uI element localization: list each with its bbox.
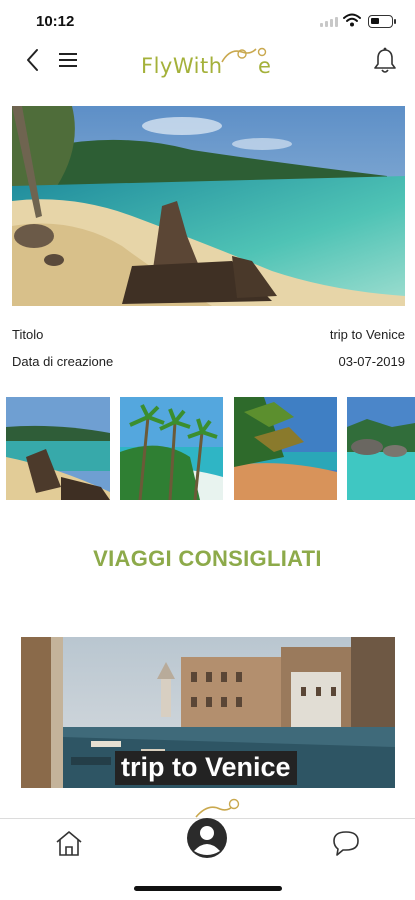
flywithme-logo: FlyWith e: [140, 44, 290, 80]
trip-hero-image[interactable]: [12, 106, 405, 306]
recommended-trip-card[interactable]: trip to Venice: [21, 637, 395, 788]
home-icon[interactable]: [54, 829, 84, 857]
logo-text-tail: e: [258, 54, 271, 78]
trip-photo-thumbnail[interactable]: [120, 397, 223, 500]
rocky-lagoon-graphic: [347, 397, 415, 500]
home-indicator: [134, 886, 282, 891]
profile-icon[interactable]: [186, 817, 228, 859]
tab-bar-swirl-decoration: [195, 798, 240, 818]
cellular-signal-icon: [320, 17, 338, 27]
trip-title-row: Titolo trip to Venice: [12, 327, 405, 347]
trip-title-value: trip to Venice: [329, 327, 405, 342]
trip-title-label: Titolo: [12, 327, 44, 342]
status-time: 10:12: [36, 13, 75, 30]
creation-date-value: 03-07-2019: [338, 354, 406, 369]
app-header: FlyWith e: [0, 40, 415, 84]
trip-photo-thumbnail[interactable]: [347, 397, 415, 500]
recommended-trip-caption: trip to Venice: [115, 751, 297, 785]
palm-beach-graphic: [234, 397, 337, 500]
beach-driftwood-graphic: [6, 397, 110, 500]
recommended-trips-title: VIAGGI CONSIGLIATI: [93, 546, 322, 571]
trip-date-row: Data di creazione 03-07-2019: [12, 354, 405, 374]
chevron-left-icon[interactable]: [22, 46, 44, 74]
chat-icon[interactable]: [330, 827, 362, 859]
wifi-icon: [343, 13, 361, 27]
status-bar: 10:12: [0, 0, 415, 40]
logo-text: FlyWith: [141, 54, 223, 78]
bell-icon[interactable]: [372, 46, 398, 76]
palm-trees-graphic: [120, 397, 223, 500]
battery-icon: [368, 15, 396, 28]
beach-scene-graphic: [12, 106, 405, 306]
trip-photo-thumbnail[interactable]: [6, 397, 110, 500]
trip-photo-thumbnail[interactable]: [234, 397, 337, 500]
creation-date-label: Data di creazione: [12, 354, 114, 369]
hamburger-menu-icon[interactable]: [56, 48, 82, 72]
